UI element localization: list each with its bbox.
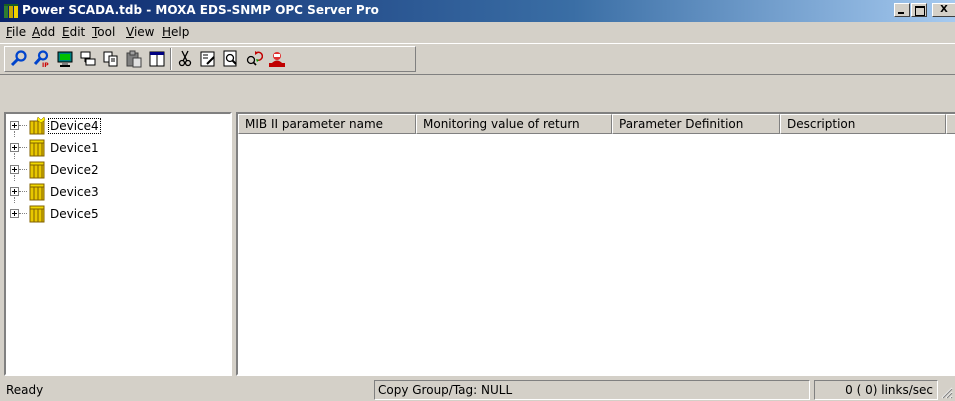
column-header-description[interactable]: Description: [780, 114, 946, 134]
tree-connector: [14, 153, 15, 159]
alarm-user-button[interactable]: [266, 48, 288, 70]
copy-button[interactable]: [100, 48, 122, 70]
tree-item-device5[interactable]: Device5: [6, 204, 206, 224]
search-device-icon: [10, 50, 27, 67]
parameter-list[interactable]: MIB II parameter name Monitoring value o…: [236, 112, 955, 376]
menu-help[interactable]: Help: [162, 25, 189, 39]
tree-item-device3[interactable]: Device3: [6, 182, 206, 203]
maximize-button[interactable]: [911, 3, 927, 17]
properties-icon: [200, 51, 215, 67]
tree-connector: [19, 213, 27, 214]
expand-icon[interactable]: [10, 165, 19, 174]
alarm-user-icon: [269, 52, 285, 67]
close-icon: X: [940, 4, 948, 15]
menu-tool[interactable]: Tool: [92, 25, 115, 39]
tree-item-label: Device5: [50, 207, 99, 221]
tree-item-label: Device1: [50, 141, 99, 155]
print-preview-button[interactable]: [220, 48, 242, 70]
column-header-mib-name[interactable]: MIB II parameter name: [238, 114, 416, 134]
column-header-monitoring-value[interactable]: Monitoring value of return: [416, 114, 612, 134]
expand-icon[interactable]: [10, 143, 19, 152]
tree-item-label: Device2: [50, 163, 99, 177]
tree-connector: [19, 169, 27, 170]
status-bar: Ready Copy Group/Tag: NULL 0 ( 0) links/…: [0, 377, 955, 401]
device-tree[interactable]: Device4 Device1 Device2 Device3 Device5: [4, 112, 232, 376]
list-header: MIB II parameter name Monitoring value o…: [238, 114, 955, 134]
tree-item-device4[interactable]: Device4: [6, 116, 206, 137]
tree-connector: [19, 125, 27, 126]
tree-item-label: Device4: [48, 118, 101, 134]
status-copy-group: Copy Group/Tag: NULL: [374, 380, 810, 400]
device-icon: [29, 161, 45, 179]
expand-icon[interactable]: [10, 209, 19, 218]
tree-item-device1[interactable]: Device1: [6, 138, 206, 159]
paste-button[interactable]: [123, 48, 145, 70]
paste-icon: [126, 50, 142, 68]
search-ip-icon: IP: [33, 50, 49, 68]
tree-connector: [14, 131, 15, 137]
search-ip-button[interactable]: IP: [31, 48, 53, 70]
tree-connector: [14, 197, 15, 203]
print-preview-icon: [223, 50, 237, 67]
columns-icon: [149, 51, 165, 67]
expand-icon[interactable]: [10, 187, 19, 196]
cut-icon: [178, 50, 192, 67]
device-icon: [29, 205, 45, 223]
monitor-icon: [57, 51, 73, 67]
app-icon[interactable]: [3, 3, 19, 19]
tree-connector: [19, 147, 27, 148]
toolbar-separator: [170, 48, 172, 70]
menu-edit[interactable]: Edit: [62, 25, 85, 39]
menu-add[interactable]: Add: [32, 25, 55, 39]
device-folder-icon: [29, 117, 46, 135]
resize-grip-icon[interactable]: [941, 387, 953, 399]
copy-icon: [103, 51, 118, 67]
menu-view[interactable]: View: [126, 25, 154, 39]
search-device-button[interactable]: [8, 48, 30, 70]
tree-item-device2[interactable]: Device2: [6, 160, 206, 181]
column-header-parameter-definition[interactable]: Parameter Definition: [612, 114, 780, 134]
monitor-button[interactable]: [54, 48, 76, 70]
close-button[interactable]: X: [932, 3, 955, 17]
menu-file[interactable]: File: [6, 25, 26, 39]
column-header-filler: [946, 114, 955, 134]
title-bar[interactable]: Power SCADA.tdb - MOXA EDS-SNMP OPC Serv…: [0, 0, 955, 22]
tree-connector: [14, 175, 15, 181]
refresh-search-button[interactable]: [243, 48, 265, 70]
toolbar: IP: [0, 43, 955, 75]
status-ready: Ready: [6, 383, 44, 397]
network-group-button[interactable]: [77, 48, 99, 70]
status-links-rate: 0 ( 0) links/sec: [814, 380, 938, 400]
network-group-icon: [80, 51, 96, 66]
menu-bar: File Add Edit Tool View Help: [0, 22, 955, 42]
tree-item-label: Device3: [50, 185, 99, 199]
properties-button[interactable]: [197, 48, 219, 70]
refresh-search-icon: [246, 51, 263, 66]
cut-button[interactable]: [174, 48, 196, 70]
expand-icon[interactable]: [10, 121, 19, 130]
tree-connector: [19, 191, 27, 192]
device-icon: [29, 139, 45, 157]
minimize-button[interactable]: [894, 3, 910, 17]
svg-text:IP: IP: [42, 62, 49, 68]
device-icon: [29, 183, 45, 201]
columns-button[interactable]: [146, 48, 168, 70]
window-title: Power SCADA.tdb - MOXA EDS-SNMP OPC Serv…: [22, 3, 379, 17]
